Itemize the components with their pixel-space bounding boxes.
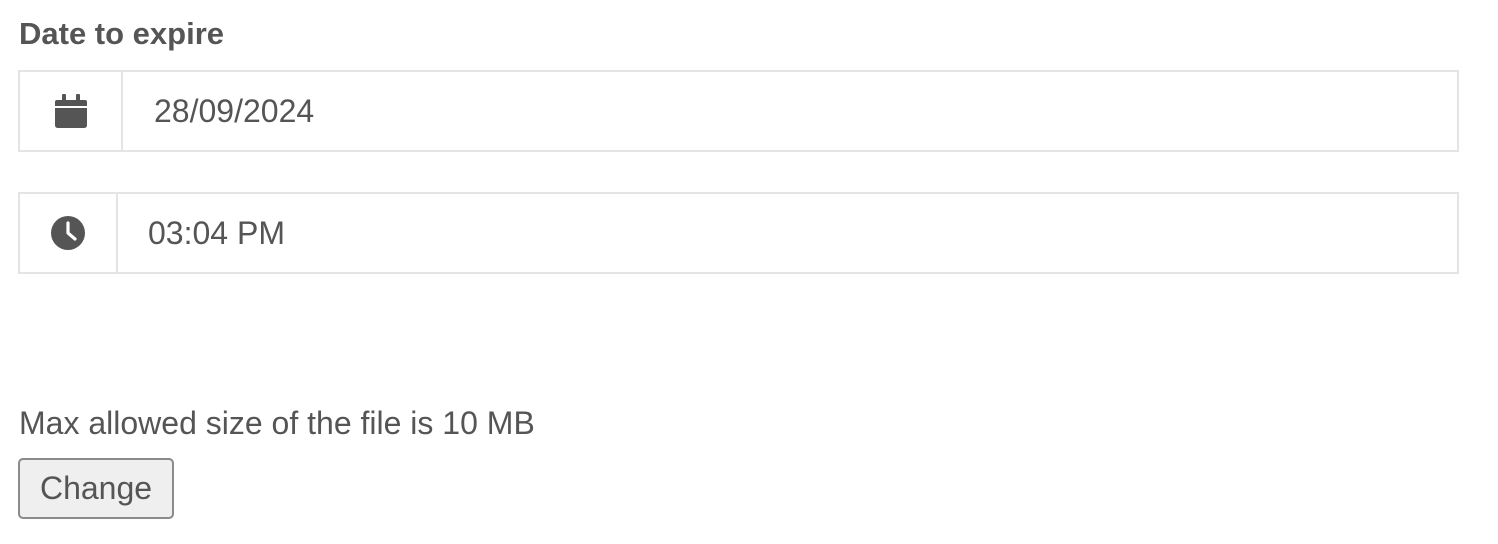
time-input-group: 03:04 PM (18, 192, 1459, 274)
clock-icon[interactable] (20, 194, 118, 272)
date-field[interactable]: 28/09/2024 (123, 72, 1457, 150)
calendar-icon-svg (54, 94, 87, 128)
time-field[interactable]: 03:04 PM (118, 194, 1457, 272)
date-input-group: 28/09/2024 (18, 70, 1459, 152)
date-to-expire-label: Date to expire (19, 16, 225, 51)
change-button[interactable]: Change (18, 458, 174, 519)
clock-icon-svg (51, 216, 85, 250)
calendar-icon[interactable] (20, 72, 123, 150)
file-size-hint: Max allowed size of the file is 10 MB (19, 405, 535, 441)
